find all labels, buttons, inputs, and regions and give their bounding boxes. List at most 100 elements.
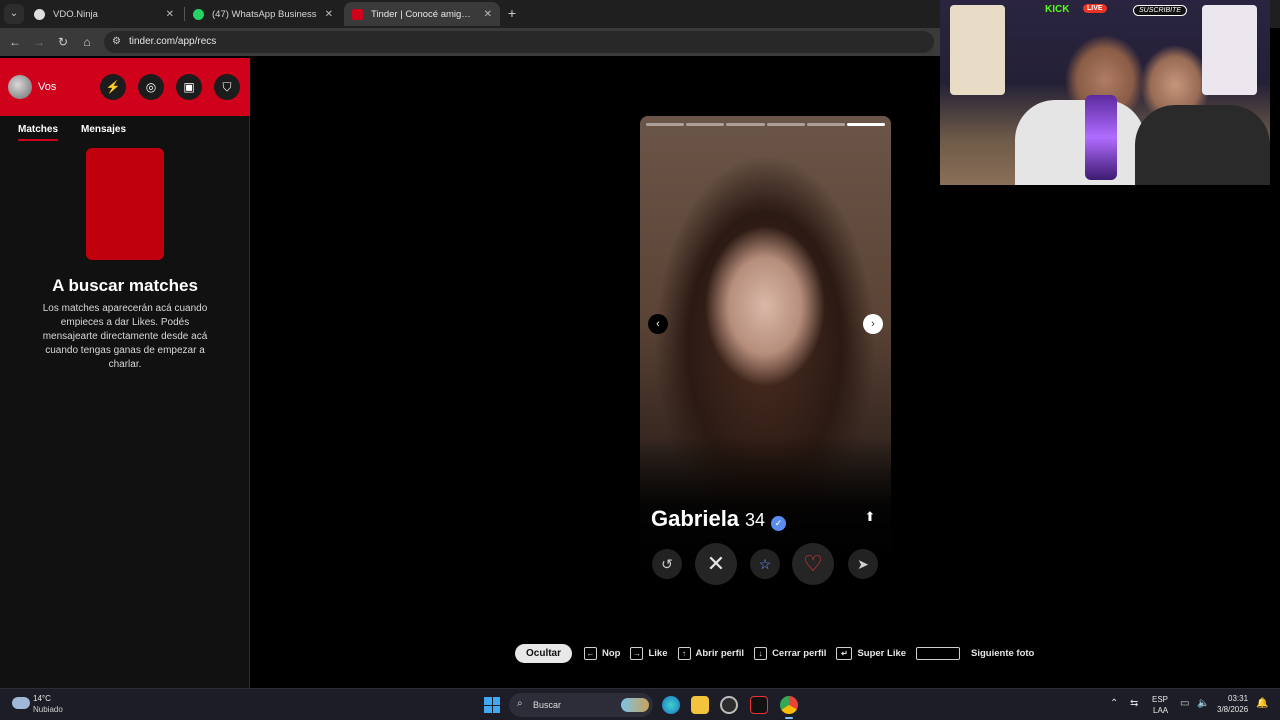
explore-compass-icon[interactable]: ◎ bbox=[138, 74, 164, 100]
up-key-icon: ↑ bbox=[677, 646, 691, 660]
safety-shield-icon[interactable]: ⛉ bbox=[214, 74, 240, 100]
open-profile-arrow-icon[interactable]: ⬆ bbox=[862, 509, 878, 525]
right-key-icon: → bbox=[630, 646, 644, 660]
tab-close-icon[interactable]: ✕ bbox=[325, 9, 333, 20]
avatar[interactable] bbox=[8, 75, 32, 99]
hint-label: Nop bbox=[602, 647, 621, 659]
sidebar-tabs: Matches Mensajes bbox=[0, 124, 250, 144]
tab-search-menu-button[interactable]: ⌄ bbox=[4, 4, 24, 24]
site-info-icon[interactable]: ⚙ bbox=[112, 36, 124, 48]
left-key-icon: ← bbox=[584, 646, 598, 660]
search-label: Buscar bbox=[533, 700, 562, 710]
photo-progress-segment[interactable] bbox=[766, 123, 805, 126]
photo-progress-bars bbox=[646, 123, 886, 126]
profile-label[interactable]: Vos bbox=[38, 81, 56, 93]
hide-shortcuts-button[interactable]: Ocultar bbox=[515, 643, 573, 663]
hint-label: Cerrar perfil bbox=[772, 647, 827, 659]
hint-close-profile: ↓ Cerrar perfil bbox=[754, 646, 827, 660]
boost-icon[interactable]: ➤ bbox=[848, 549, 878, 579]
photo-progress-segment[interactable] bbox=[686, 123, 725, 126]
like-icon[interactable]: ♡ bbox=[792, 543, 834, 585]
photo-progress-segment[interactable] bbox=[806, 123, 845, 126]
hint-label: Super Like bbox=[857, 647, 907, 659]
tab-tinder[interactable]: Tinder | Conocé amigos y gente nueva ✕ bbox=[344, 2, 500, 26]
purple-tumbler bbox=[1085, 95, 1117, 180]
tab-vdo-ninja[interactable]: VDO.Ninja ✕ bbox=[26, 2, 182, 26]
display-icon[interactable]: ▭ bbox=[1180, 698, 1189, 709]
file-explorer-icon[interactable] bbox=[691, 696, 709, 714]
keyboard-shortcuts-bar: Ocultar ← Nop → Like ↑ Abrir perfil ↓ Ce… bbox=[515, 643, 1044, 663]
photo-progress-segment[interactable] bbox=[846, 123, 886, 126]
enter-key-icon: ↵ bbox=[836, 646, 853, 660]
profile-age: 34 bbox=[745, 510, 766, 530]
tiktok-icon[interactable] bbox=[750, 696, 768, 714]
work-briefcase-icon[interactable]: ▣ bbox=[176, 74, 202, 100]
keyboard-layout[interactable]: LAA bbox=[1153, 706, 1168, 715]
hint-open-profile: ↑ Abrir perfil bbox=[677, 646, 745, 660]
hint-label: Abrir perfil bbox=[695, 647, 745, 659]
whatsapp-favicon-icon bbox=[193, 8, 204, 20]
streamer-left bbox=[1015, 100, 1145, 185]
url-text[interactable]: tinder.com/app/recs bbox=[129, 36, 216, 47]
tab-whatsapp-business[interactable]: (47) WhatsApp Business ✕ bbox=[185, 2, 341, 26]
kick-logo: KICK bbox=[1045, 4, 1070, 15]
volume-icon[interactable]: 🔈 bbox=[1197, 698, 1209, 709]
empty-state-text: Los matches aparecerán acá cuando empiec… bbox=[42, 303, 208, 370]
forward-arrow-icon[interactable]: → bbox=[30, 33, 48, 51]
wall-jersey-left bbox=[950, 5, 1005, 95]
boost-lightning-icon[interactable]: ⚡ bbox=[100, 74, 126, 100]
space-key-icon bbox=[916, 646, 961, 660]
notification-bell-icon[interactable]: 🔔 bbox=[1256, 698, 1268, 709]
back-arrow-icon[interactable]: ← bbox=[6, 33, 24, 51]
weather-condition[interactable]: Nubiado bbox=[33, 705, 63, 714]
nope-icon[interactable]: ✕ bbox=[695, 543, 737, 585]
profile-name: Gabriela bbox=[651, 506, 740, 531]
tab-title: (47) WhatsApp Business bbox=[212, 8, 317, 20]
sidebar-header: Vos ⚡ ◎ ▣ ⛉ bbox=[0, 58, 250, 116]
verified-badge-icon: ✓ bbox=[771, 516, 787, 531]
matches-sidebar: Vos ⚡ ◎ ▣ ⛉ Matches Mensajes A buscar ma… bbox=[0, 58, 250, 688]
next-photo-chevron-icon[interactable]: › bbox=[863, 314, 883, 334]
profile-card[interactable]: ‹ › Gabriela 34 ✓ ⬆ bbox=[640, 116, 891, 564]
streamer-right bbox=[1135, 105, 1270, 185]
live-badge: LIVE bbox=[1083, 4, 1107, 13]
rewind-icon[interactable]: ↺ bbox=[652, 549, 682, 579]
clock-date[interactable]: 3/8/2026 bbox=[1217, 705, 1248, 714]
hint-nope: ← Nop bbox=[584, 646, 621, 660]
tab-matches[interactable]: Matches bbox=[18, 124, 59, 141]
edge-icon[interactable] bbox=[662, 696, 680, 714]
hint-label: Siguiente foto bbox=[971, 647, 1035, 659]
subscribe-badge: SUSCRIBITE bbox=[1133, 5, 1188, 16]
previous-photo-chevron-icon[interactable]: ‹ bbox=[648, 314, 668, 334]
tab-close-icon[interactable]: ✕ bbox=[166, 9, 174, 20]
photo-progress-segment[interactable] bbox=[646, 123, 685, 126]
chevron-up-icon[interactable]: ⌃ bbox=[1110, 698, 1118, 709]
card-action-buttons: ↺ ✕ ☆ ♡ ➤ bbox=[640, 540, 891, 588]
wall-jersey-right bbox=[1202, 5, 1257, 95]
cloud-icon[interactable] bbox=[12, 697, 30, 709]
tab-close-icon[interactable]: ✕ bbox=[484, 9, 492, 20]
home-icon[interactable]: ⌂ bbox=[78, 33, 96, 51]
search-highlight-icon bbox=[621, 698, 649, 712]
new-tab-button[interactable]: + bbox=[503, 4, 521, 22]
weather-temperature[interactable]: 14°C bbox=[33, 694, 51, 703]
windows-taskbar: 14°C Nubiado ⌕ Buscar ⌃ ⇆ ESP LAA ▭ 🔈 03… bbox=[0, 688, 1280, 720]
network-icon[interactable]: ⇆ bbox=[1130, 698, 1138, 709]
tab-messages[interactable]: Mensajes bbox=[81, 124, 126, 135]
super-like-icon[interactable]: ☆ bbox=[750, 549, 780, 579]
language-indicator[interactable]: ESP bbox=[1152, 695, 1168, 704]
obs-icon[interactable] bbox=[720, 696, 738, 714]
hint-label: Like bbox=[648, 647, 668, 659]
chrome-icon[interactable] bbox=[780, 696, 798, 719]
reload-icon[interactable]: ↻ bbox=[54, 33, 72, 51]
clock-time[interactable]: 03:31 bbox=[1228, 694, 1248, 703]
tab-title: VDO.Ninja bbox=[53, 8, 98, 20]
down-key-icon: ↓ bbox=[754, 646, 768, 660]
windows-start-icon[interactable] bbox=[484, 697, 500, 713]
browser-toolbar: ← → ↻ ⌂ ⚙ tinder.com/app/recs bbox=[0, 28, 940, 56]
matches-placeholder-card bbox=[86, 148, 164, 260]
address-bar[interactable]: ⚙ tinder.com/app/recs bbox=[104, 31, 934, 53]
taskbar-search[interactable]: ⌕ Buscar bbox=[509, 693, 653, 717]
photo-progress-segment[interactable] bbox=[726, 123, 765, 126]
search-icon: ⌕ bbox=[517, 698, 523, 709]
